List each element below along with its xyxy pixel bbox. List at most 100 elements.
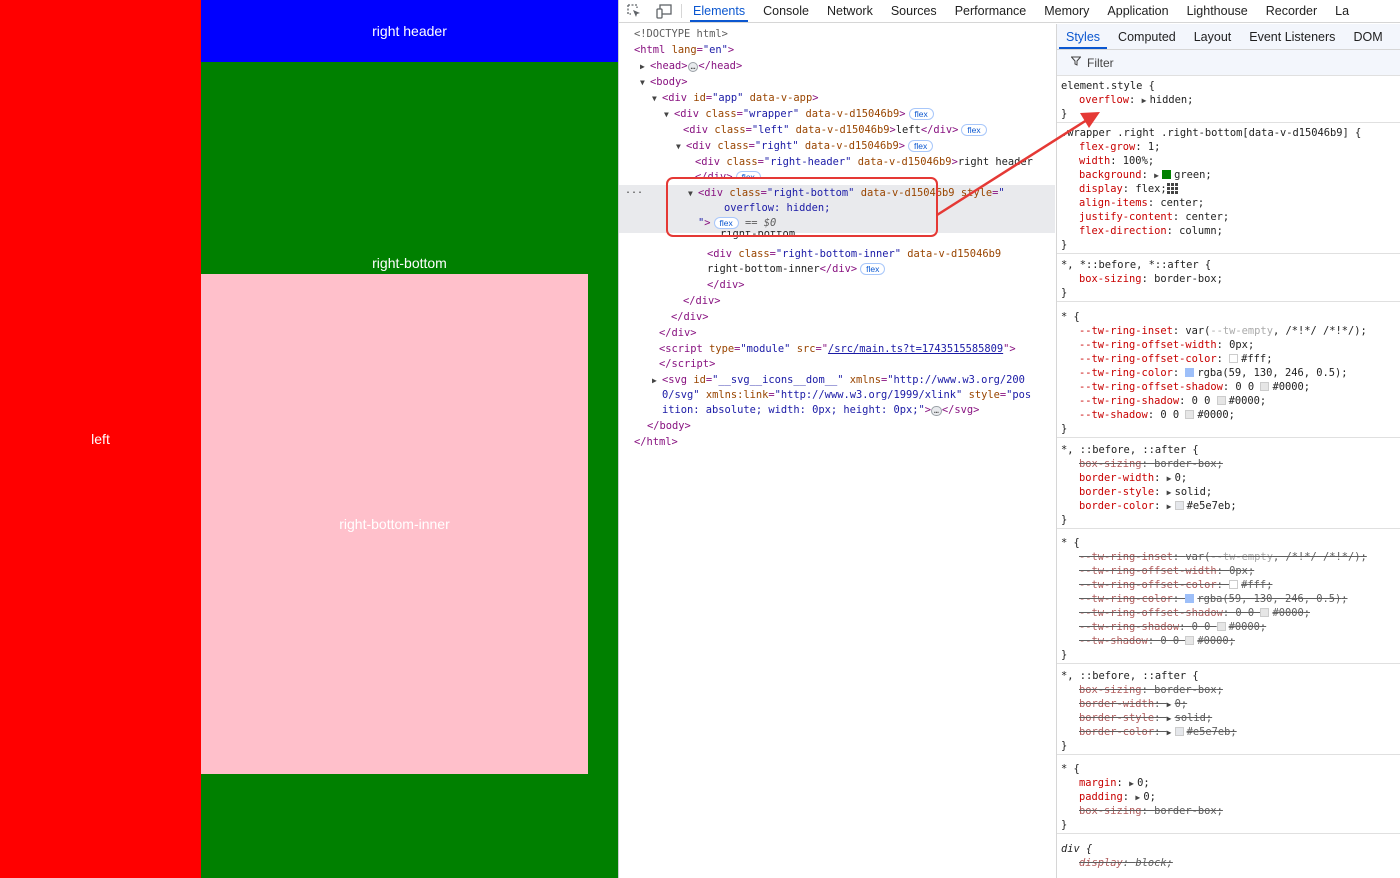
tab-lighthouse[interactable]: Lighthouse	[1178, 0, 1257, 22]
tab-dom-breakpoints[interactable]: DOM	[1344, 24, 1391, 49]
dom-line-doctype[interactable]: <!DOCTYPE html>	[634, 26, 728, 42]
dom-line-html-close[interactable]: </html>	[634, 434, 678, 450]
style-declaration[interactable]: display: flex;	[1079, 182, 1178, 196]
style-declaration[interactable]: border-width: ▶ 0;	[1079, 471, 1187, 485]
tab-recorder[interactable]: Recorder	[1257, 0, 1326, 22]
style-declaration[interactable]: --tw-ring-offset-shadow: 0 0 #0000;	[1079, 380, 1310, 394]
expand-triangle-icon[interactable]: ▶	[1167, 726, 1175, 740]
tab-application[interactable]: Application	[1098, 0, 1177, 22]
style-declaration[interactable]: --tw-ring-inset: var(--tw-empty, /*!*/ /…	[1079, 324, 1367, 338]
color-swatch[interactable]	[1216, 396, 1226, 405]
dom-line-right-bottom-inner[interactable]: <div class="right-bottom-inner" data-v-d…	[707, 246, 1001, 262]
color-swatch[interactable]	[1174, 501, 1184, 510]
dom-line-right-header[interactable]: <div class="right-header" data-v-d15046b…	[695, 154, 1033, 170]
expand-triangle-icon[interactable]: ▶	[1167, 472, 1175, 486]
flex-badge[interactable]: flex	[961, 124, 987, 136]
collapse-triangle-icon[interactable]: ▼	[664, 107, 674, 123]
style-declaration[interactable]: align-items: center;	[1079, 196, 1204, 210]
dom-line-close-rb[interactable]: </div>	[707, 277, 745, 293]
inspect-element-icon[interactable]	[619, 0, 649, 22]
styles-filter[interactable]: Filter	[1057, 50, 1400, 76]
dom-line-head[interactable]: ▶ <head>… </head>	[640, 58, 742, 74]
tab-layout[interactable]: Layout	[1185, 24, 1241, 49]
dom-line-body[interactable]: ▼ <body>	[640, 74, 688, 90]
tab-event-listeners[interactable]: Event Listeners	[1240, 24, 1344, 49]
color-swatch[interactable]	[1174, 727, 1184, 736]
style-declaration[interactable]: flex-direction: column;	[1079, 224, 1223, 238]
dom-line-script[interactable]: <script type="module" src="/src/main.ts?…	[659, 341, 1016, 357]
dom-line-html[interactable]: <html lang="en">	[634, 42, 734, 58]
style-declaration[interactable]: --tw-ring-color: rgba(59, 130, 246, 0.5)…	[1079, 366, 1348, 380]
style-declaration-overridden[interactable]: --tw-shadow: 0 0 #0000;	[1079, 634, 1235, 648]
style-declaration[interactable]: border-style: ▶ solid;	[1079, 485, 1212, 499]
style-declaration-overridden[interactable]: --tw-ring-color: rgba(59, 130, 246, 0.5)…	[1079, 592, 1348, 606]
color-swatch[interactable]	[1185, 636, 1195, 645]
style-declaration-overridden[interactable]: --tw-ring-offset-color: #fff;	[1079, 578, 1272, 592]
style-declaration[interactable]: padding: ▶ 0;	[1079, 790, 1156, 804]
collapsed-ellipsis[interactable]: …	[931, 406, 942, 416]
style-declaration[interactable]: justify-content: center;	[1079, 210, 1229, 224]
script-src-link[interactable]: /src/main.ts?t=1743515585809	[828, 343, 1003, 355]
tab-computed[interactable]: Computed	[1109, 24, 1185, 49]
style-declaration[interactable]: flex-grow: 1;	[1079, 140, 1160, 154]
style-declaration-overridden[interactable]: box-sizing: border-box;	[1079, 804, 1223, 818]
dom-line-script-close[interactable]: </script>	[659, 356, 715, 372]
dom-line-right-bottom-inner-text[interactable]: right-bottom-inner</div> flex	[707, 261, 886, 277]
style-declaration[interactable]: --tw-ring-offset-width: 0px;	[1079, 338, 1254, 352]
collapse-triangle-icon[interactable]: ▼	[640, 75, 650, 91]
flex-badge[interactable]: flex	[908, 140, 934, 152]
dom-line-svg[interactable]: ▶ <svg id="__svg__icons__dom__" xmlns="ht…	[652, 372, 1025, 388]
style-declaration-overridden[interactable]: display: block;	[1079, 856, 1173, 870]
expand-triangle-icon[interactable]: ▶	[1142, 94, 1150, 108]
style-declaration-overridden[interactable]: box-sizing: border-box;	[1079, 457, 1223, 471]
style-declaration[interactable]: box-sizing: border-box;	[1079, 272, 1223, 286]
expand-triangle-icon[interactable]: ▶	[1129, 777, 1137, 791]
tab-memory[interactable]: Memory	[1035, 0, 1098, 22]
collapse-triangle-icon[interactable]: ▼	[676, 139, 686, 155]
dom-line-svg-2[interactable]: 0/svg" xmlns:link="http://www.w3.org/199…	[662, 387, 1031, 403]
dom-line-close-wrapper[interactable]: </div>	[671, 309, 709, 325]
style-declaration-overridden[interactable]: border-style: ▶ solid;	[1079, 711, 1212, 725]
dom-line-close-app[interactable]: </div>	[659, 325, 697, 341]
flex-badge[interactable]: flex	[860, 263, 886, 275]
tab-styles[interactable]: Styles	[1057, 24, 1109, 49]
dom-line-close-right[interactable]: </div>	[683, 293, 721, 309]
expand-triangle-icon[interactable]: ▶	[652, 373, 662, 389]
style-declaration[interactable]: border-color: ▶ #e5e7eb;	[1079, 499, 1237, 513]
tab-elements[interactable]: Elements	[684, 0, 754, 22]
collapsed-ellipsis[interactable]: …	[687, 62, 699, 72]
node-actions-dots[interactable]: ...	[625, 185, 643, 196]
dom-line-app[interactable]: ▼ <div id="app" data-v-app>	[652, 90, 818, 106]
tab-performance[interactable]: Performance	[946, 0, 1036, 22]
dom-line-wrapper[interactable]: ▼ <div class="wrapper" data-v-d15046b9> fl…	[664, 106, 934, 122]
color-swatch[interactable]	[1229, 580, 1239, 589]
style-declaration[interactable]: margin: ▶ 0;	[1079, 776, 1150, 790]
style-declaration-overridden[interactable]: --tw-ring-offset-shadow: 0 0 #0000;	[1079, 606, 1310, 620]
tab-network[interactable]: Network	[818, 0, 882, 22]
color-swatch[interactable]	[1229, 354, 1239, 363]
color-swatch[interactable]	[1216, 622, 1226, 631]
tab-overflow[interactable]: La	[1326, 0, 1358, 22]
expand-triangle-icon[interactable]: ▶	[1167, 712, 1175, 726]
dom-line-right[interactable]: ▼ <div class="right" data-v-d15046b9> flex	[676, 138, 934, 155]
dom-line-left[interactable]: <div class="left" data-v-d15046b9>left</…	[683, 122, 987, 138]
color-swatch[interactable]	[1185, 410, 1195, 419]
style-declaration[interactable]: overflow: ▶ hidden;	[1079, 93, 1193, 107]
style-declaration-overridden[interactable]: --tw-ring-inset: var(--tw-empty, /*!*/ /…	[1079, 550, 1367, 564]
style-declaration-overridden[interactable]: --tw-ring-offset-width: 0px;	[1079, 564, 1254, 578]
style-declaration[interactable]: width: 100%;	[1079, 154, 1154, 168]
color-swatch[interactable]	[1260, 608, 1270, 617]
style-declaration[interactable]: background: ▶ green;	[1079, 168, 1212, 182]
collapse-triangle-icon[interactable]: ▼	[652, 91, 662, 107]
color-swatch[interactable]	[1185, 594, 1195, 603]
style-declaration[interactable]: --tw-ring-offset-color: #fff;	[1079, 352, 1272, 366]
color-swatch[interactable]	[1260, 382, 1270, 391]
color-swatch[interactable]	[1185, 368, 1195, 377]
style-declaration-overridden[interactable]: --tw-ring-shadow: 0 0 #0000;	[1079, 620, 1266, 634]
color-swatch[interactable]	[1162, 170, 1172, 179]
expand-triangle-icon[interactable]: ▶	[1167, 698, 1175, 712]
style-declaration-overridden[interactable]: border-width: ▶ 0;	[1079, 697, 1187, 711]
style-declaration[interactable]: --tw-shadow: 0 0 #0000;	[1079, 408, 1235, 422]
flex-badge[interactable]: flex	[908, 108, 934, 120]
expand-triangle-icon[interactable]: ▶	[1167, 500, 1175, 514]
